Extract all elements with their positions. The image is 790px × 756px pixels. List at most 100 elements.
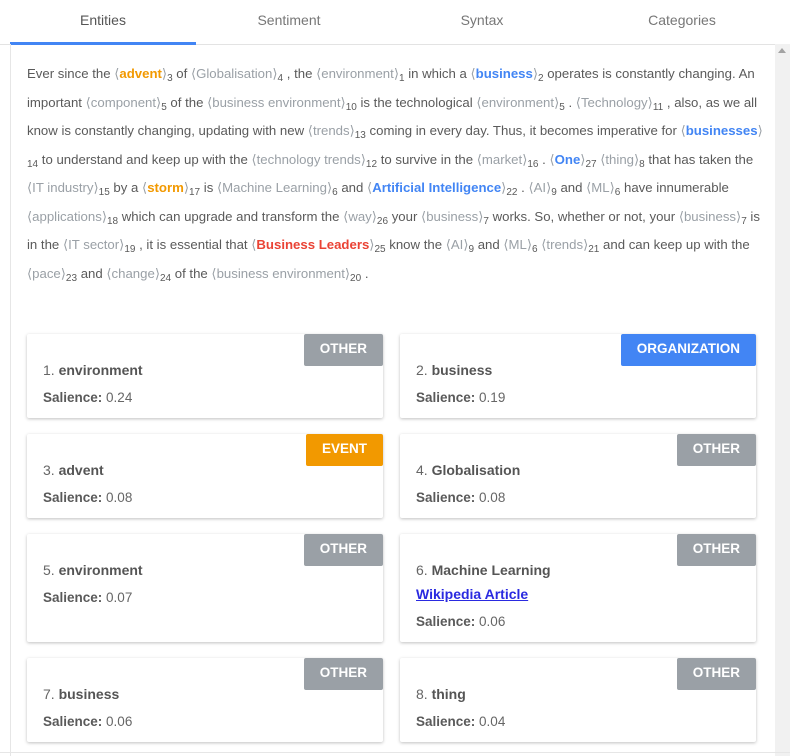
entity-mention[interactable]: ⟨IT industry⟩15 (27, 180, 110, 198)
text-fragment: that has taken the (644, 151, 754, 167)
entity-mention-index: 27 (585, 158, 597, 170)
tab-sentiment[interactable]: Sentiment (196, 0, 382, 44)
salience-label: Salience: (43, 714, 103, 729)
entity-mention-index: 13 (354, 130, 366, 141)
entity-mention[interactable]: ⟨Globalisation⟩4 (191, 66, 283, 84)
text-fragment: , it is essential that (135, 237, 252, 252)
entity-mention-text: applications (32, 208, 102, 224)
text-fragment: and (556, 180, 587, 195)
salience-value: 0.07 (106, 590, 133, 605)
entity-mention[interactable]: ⟨Business Leaders⟩25 (251, 237, 385, 255)
entity-mention-index: 26 (376, 215, 389, 227)
entity-mention-text: trends (312, 123, 350, 138)
entity-label: Globalisation (431, 462, 521, 478)
entity-mention[interactable]: ⟨Technology⟩11 (576, 94, 664, 113)
entity-mention[interactable]: ⟨Artificial Intelligence⟩22 (367, 180, 517, 198)
text-fragment: is (200, 180, 217, 195)
entity-mention[interactable]: ⟨component⟩5 (86, 94, 167, 113)
text-fragment: of the (166, 94, 208, 110)
entity-mention[interactable]: ⟨environment⟩5 (476, 95, 564, 113)
entity-mention-index: 14 (27, 158, 39, 170)
entity-mention-index: 11 (652, 101, 664, 113)
entity-mention[interactable]: ⟨business environment⟩10 (207, 95, 357, 113)
entity-name: 3. advent (43, 462, 104, 478)
entity-mention[interactable]: ⟨storm⟩17 (142, 180, 200, 198)
text-fragment: , the (283, 66, 317, 81)
text-fragment: to survive in the (377, 151, 477, 167)
entity-mention[interactable]: ⟨ML⟩6 (503, 237, 537, 255)
entity-salience: Salience: 0.08 (43, 490, 132, 505)
salience-value: 0.24 (106, 390, 133, 405)
entity-mention[interactable]: ⟨environment⟩1 (316, 66, 404, 84)
entity-name: 6. Machine Learning (416, 562, 551, 578)
entity-mention[interactable]: ⟨market⟩16 (477, 152, 539, 170)
entity-mention-text: Technology (580, 94, 648, 110)
tab-bar: Entities Sentiment Syntax Categories (0, 0, 790, 45)
tab-syntax[interactable]: Syntax (382, 0, 582, 44)
entity-salience: Salience: 0.24 (43, 390, 132, 405)
entity-mention[interactable]: ⟨AI⟩9 (446, 237, 474, 255)
entity-mention-text: Globalisation (196, 66, 273, 81)
entity-mention-text: advent (119, 66, 162, 81)
entity-label: Machine Learning (431, 562, 551, 578)
entity-mention[interactable]: ⟨trends⟩21 (541, 237, 599, 255)
entity-index: 8. (416, 686, 428, 702)
entity-mention-text: business (426, 208, 479, 224)
entity-mention[interactable]: ⟨applications⟩18 (27, 208, 118, 227)
entity-card: OTHER 6. Machine Learning Wikipedia Arti… (400, 534, 756, 642)
scroll-up-arrow-icon[interactable] (778, 48, 786, 53)
entity-mention[interactable]: ⟨business⟩7 (679, 208, 747, 227)
entity-card: OTHER 4. Globalisation Salience: 0.08 (400, 434, 756, 518)
entity-mention-text: component (90, 94, 157, 110)
entity-index: 7. (43, 686, 55, 702)
entity-name: 7. business (43, 686, 119, 702)
entity-mention-text: IT sector (68, 237, 120, 252)
entity-mention[interactable]: ⟨change⟩24 (106, 266, 171, 284)
entity-mention[interactable]: ⟨trends⟩13 (308, 123, 366, 141)
entity-mention[interactable]: ⟨way⟩26 (343, 209, 389, 227)
entity-mention[interactable]: ⟨business environment⟩20 (211, 266, 361, 284)
tab-entities[interactable]: Entities (10, 0, 196, 45)
entity-index: 6. (416, 562, 428, 578)
entity-card: OTHER 5. environment Salience: 0.07 (27, 534, 383, 642)
entity-mention-text: businesses (685, 123, 758, 138)
entity-mention[interactable]: ⟨AI⟩9 (528, 180, 556, 198)
divider (0, 752, 790, 753)
tab-categories[interactable]: Categories (582, 0, 782, 44)
entity-mention[interactable]: ⟨business⟩2 (471, 66, 544, 84)
entity-mention-text: ML (508, 237, 527, 252)
entity-label: thing (431, 686, 466, 702)
entity-mention-text: thing (605, 151, 634, 167)
entity-mention-text: IT industry (32, 180, 94, 195)
entity-mention[interactable]: ⟨thing⟩8 (600, 151, 644, 170)
entity-mention[interactable]: ⟨business⟩7 (421, 208, 489, 227)
vertical-scrollbar[interactable] (775, 44, 790, 756)
entity-mention-text: storm (147, 180, 184, 195)
entity-mention[interactable]: ⟨IT sector⟩19 (63, 237, 136, 255)
text-fragment: coming in every day. Thus, it becomes im… (365, 123, 681, 138)
text-fragment: of the (171, 265, 212, 281)
salience-label: Salience: (416, 390, 476, 405)
entity-salience: Salience: 0.06 (416, 614, 505, 629)
entity-mention-text: business (683, 208, 737, 224)
text-fragment: of (172, 66, 191, 81)
entity-mention[interactable]: ⟨One⟩27 (549, 152, 597, 170)
entity-mention[interactable]: ⟨Machine Learning⟩6 (217, 180, 338, 198)
entity-mention-index: 15 (98, 187, 110, 198)
entity-mention[interactable]: ⟨ML⟩6 (586, 180, 620, 198)
entity-label: business (58, 686, 120, 702)
salience-label: Salience: (416, 714, 476, 729)
entity-mention[interactable]: ⟨pace⟩23 (27, 266, 77, 284)
text-fragment: . (538, 151, 550, 167)
text-fragment: have innumerable (620, 180, 729, 195)
text-fragment: and can keep up with the (599, 237, 750, 252)
bracket-close: ⟩ (757, 123, 763, 138)
wikipedia-article-link[interactable]: Wikipedia Article (416, 586, 528, 602)
entity-mention[interactable]: ⟨advent⟩3 (114, 66, 172, 84)
entity-card: EVENT 3. advent Salience: 0.08 (27, 434, 383, 518)
entity-name: 8. thing (416, 686, 466, 702)
text-fragment: and (337, 180, 368, 195)
entity-mention-index: 16 (527, 158, 539, 170)
entity-mention[interactable]: ⟨technology trends⟩12 (251, 152, 377, 170)
salience-value: 0.19 (479, 390, 506, 405)
